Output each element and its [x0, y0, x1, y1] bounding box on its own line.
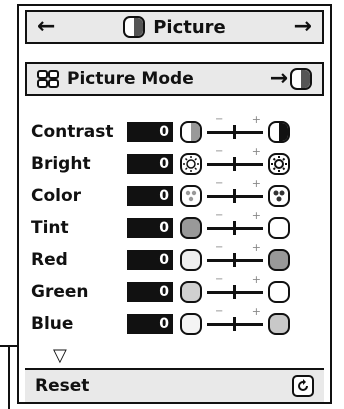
adjust-slider[interactable]: − +	[207, 241, 263, 270]
menu-header: ← Picture →	[25, 10, 324, 44]
minus-mark: −	[215, 306, 224, 317]
tint-light-icon	[268, 217, 290, 239]
adjust-slider[interactable]: − +	[207, 113, 263, 142]
adjust-row-blue[interactable]: Blue 0 − +	[25, 305, 324, 340]
adjust-slider[interactable]: − +	[207, 305, 263, 334]
adjust-label: Bright	[31, 154, 91, 174]
arrow-left-icon[interactable]: ←	[37, 16, 55, 38]
adjust-value: 0	[127, 122, 173, 142]
picture-menu-panel: ← Picture → Picture Mode → Contrast 0 − …	[17, 4, 332, 404]
menu-title: Picture	[153, 16, 226, 38]
reset-icon[interactable]	[292, 375, 314, 397]
adjust-row-bright[interactable]: Bright 0 − +	[25, 145, 324, 180]
circle-medium-icon	[268, 313, 290, 335]
minus-mark: −	[215, 210, 224, 221]
adjust-value: 0	[127, 186, 173, 206]
reset-label: Reset	[35, 376, 90, 396]
picture-icon	[123, 16, 146, 38]
arrow-right-icon: →	[269, 66, 288, 91]
plus-mark: +	[251, 113, 261, 126]
contrast-low-icon	[180, 121, 202, 143]
adjust-label: Red	[31, 250, 68, 270]
plus-mark: +	[251, 145, 261, 158]
adjust-label: Blue	[31, 314, 74, 334]
adjust-value: 0	[127, 154, 173, 174]
plus-mark: +	[251, 241, 261, 254]
adjust-value: 0	[127, 218, 173, 238]
contrast-high-icon	[268, 121, 290, 143]
plus-mark: +	[251, 305, 261, 318]
picture-mode-icon	[37, 70, 59, 88]
picture-icon	[290, 68, 312, 90]
minus-mark: −	[215, 242, 224, 253]
adjust-row-color[interactable]: Color 0 − +	[25, 177, 324, 212]
plus-mark: +	[251, 177, 261, 190]
plus-mark: +	[251, 209, 261, 222]
adjust-slider[interactable]: − +	[207, 177, 263, 206]
sun-high-icon	[268, 153, 290, 175]
minus-mark: −	[215, 146, 224, 157]
plus-mark: +	[251, 273, 261, 286]
picture-mode-row[interactable]: Picture Mode →	[25, 62, 324, 96]
minus-mark: −	[215, 114, 224, 125]
picture-mode-label: Picture Mode	[67, 69, 194, 89]
adjust-label: Green	[31, 282, 89, 302]
reset-row[interactable]: Reset	[25, 368, 324, 402]
adjust-label: Color	[31, 186, 82, 206]
adjust-row-red[interactable]: Red 0 − +	[25, 241, 324, 276]
menu-title-group: Picture	[123, 16, 226, 38]
color-dots-icon	[268, 185, 290, 207]
minus-mark: −	[215, 274, 224, 285]
adjust-slider[interactable]: − +	[207, 209, 263, 238]
circle-medium-icon	[180, 281, 202, 303]
adjust-row-contrast[interactable]: Contrast 0 − +	[25, 113, 324, 148]
adjust-row-green[interactable]: Green 0 − +	[25, 273, 324, 308]
adjust-label: Contrast	[31, 122, 114, 142]
callout-stem	[8, 345, 10, 409]
picture-mode-enter[interactable]: →	[270, 68, 312, 90]
circle-light-icon	[268, 281, 290, 303]
adjust-value: 0	[127, 282, 173, 302]
more-items-down-icon[interactable]: ▽	[53, 345, 67, 366]
circle-dark-icon	[268, 249, 290, 271]
circle-light-icon	[180, 313, 202, 335]
adjust-value: 0	[127, 250, 173, 270]
color-dots-icon	[180, 185, 202, 207]
adjust-slider[interactable]: − +	[207, 145, 263, 174]
adjust-slider[interactable]: − +	[207, 273, 263, 302]
adjust-value: 0	[127, 314, 173, 334]
minus-mark: −	[215, 178, 224, 189]
arrow-right-icon[interactable]: →	[294, 16, 312, 38]
adjust-row-tint[interactable]: Tint 0 − +	[25, 209, 324, 244]
circle-light-icon	[180, 249, 202, 271]
adjust-label: Tint	[31, 218, 69, 238]
tint-dark-icon	[180, 217, 202, 239]
sun-low-icon	[180, 153, 202, 175]
